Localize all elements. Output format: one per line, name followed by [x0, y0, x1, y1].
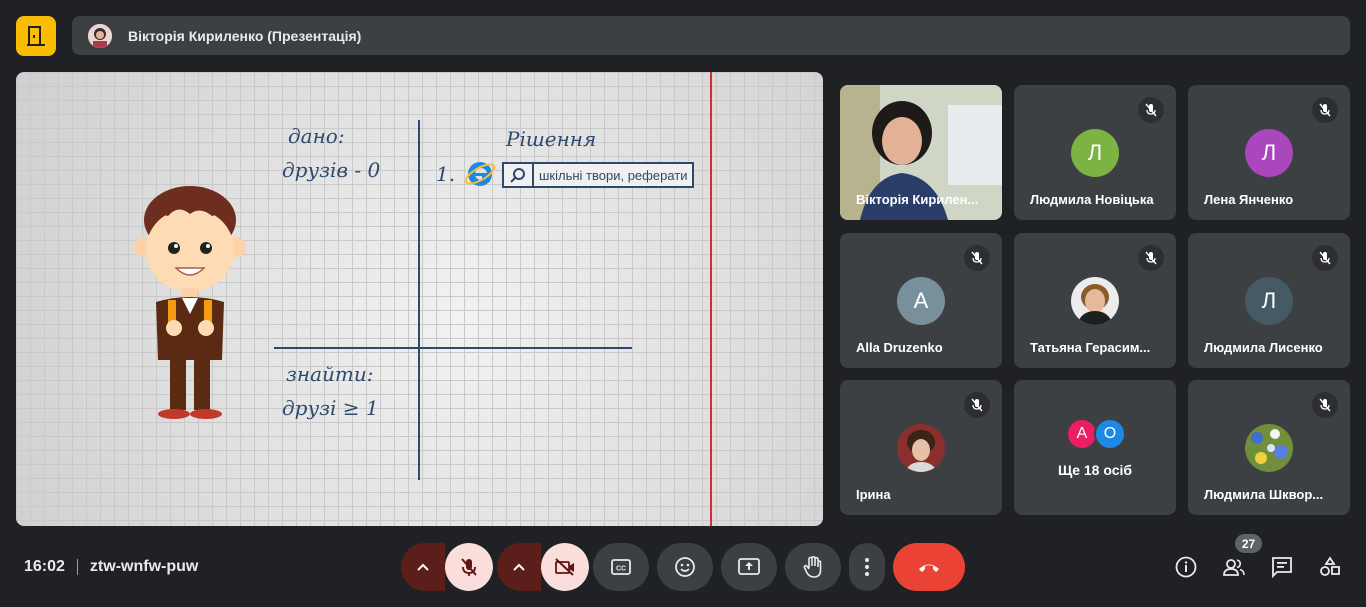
leave-call-button[interactable] [893, 543, 965, 591]
mic-control-group [401, 543, 493, 591]
participant-name: Лена Янченко [1204, 192, 1294, 207]
mic-off-icon [461, 558, 477, 576]
mic-toggle-button[interactable] [445, 543, 493, 591]
participant-tile-liudmyla-lysenko[interactable]: Л Людмила Лисенко [1188, 233, 1350, 368]
cartoon-boy [134, 186, 246, 419]
more-participants-label: Ще 18 осіб [1057, 462, 1133, 478]
camera-toggle-button[interactable] [541, 543, 589, 591]
meeting-details: 16:02 ztw-wnfw-puw [24, 558, 198, 576]
camera-options-button[interactable] [497, 543, 541, 591]
mic-off-icon [1312, 97, 1338, 123]
participant-name: Alla Druzenko [856, 340, 943, 355]
participant-count-badge: 27 [1235, 534, 1262, 553]
clock: 16:02 [24, 558, 65, 575]
mic-options-button[interactable] [401, 543, 445, 591]
presenter-avatar [88, 23, 112, 48]
camera-off-icon [555, 558, 574, 576]
avatar: A [897, 277, 945, 325]
activities-icon [1320, 556, 1340, 576]
participant-tile-liudmyla-shkvor[interactable]: Людмила Шквор... [1188, 380, 1350, 515]
chevron-up-icon [417, 563, 429, 571]
svg-text:CC: CC [616, 566, 626, 573]
internet-explorer-icon [464, 162, 496, 186]
info-icon [1175, 556, 1197, 578]
raise-hand-icon [803, 556, 822, 578]
activities-button[interactable] [1318, 555, 1342, 579]
people-button[interactable] [1222, 555, 1246, 579]
door-exit-icon [27, 26, 45, 46]
participant-name: Ірина [856, 487, 891, 502]
presenter-label: Вікторія Кириленко (Презентація) [128, 27, 362, 44]
avatar [1245, 424, 1293, 472]
meeting-info-logo[interactable] [16, 16, 56, 56]
avatar: Л [1071, 129, 1119, 177]
avatar-o: O [1094, 418, 1126, 450]
mic-off-icon [1138, 97, 1164, 123]
chevron-up-icon [513, 563, 525, 571]
mic-off-icon [964, 245, 990, 271]
participant-name: Людмила Шквор... [1204, 487, 1324, 502]
avatar: Л [1245, 129, 1293, 177]
participant-name: Вікторія Кирилен... [856, 192, 979, 207]
divider [76, 559, 78, 575]
more-options-button[interactable] [849, 543, 885, 591]
present-screen-button[interactable] [721, 543, 777, 591]
reactions-button[interactable] [657, 543, 713, 591]
presentation-title-bar: Вікторія Кириленко (Презентація) [72, 16, 1350, 55]
friends-zero-text: друзів - 0 [282, 158, 381, 182]
step-number: 1. [436, 162, 456, 186]
participant-tile-alla-druzenko[interactable]: A Alla Druzenko [840, 233, 1002, 368]
captions-button[interactable]: CC [593, 543, 649, 591]
more-participants-tile[interactable]: A O Ще 18 осіб [1014, 380, 1176, 515]
participant-tile-iryna[interactable]: Ірина [840, 380, 1002, 515]
meeting-details-button[interactable] [1174, 555, 1198, 579]
participant-tile-viktoria[interactable]: Вікторія Кирилен... [840, 85, 1002, 220]
closed-captions-icon: CC [611, 559, 631, 575]
emoji-icon [675, 557, 695, 577]
given-label: дано: [288, 124, 345, 148]
mic-off-icon [1312, 245, 1338, 271]
participant-name: Татьяна Герасим... [1030, 340, 1151, 355]
avatar [897, 424, 945, 472]
camera-control-group [497, 543, 589, 591]
find-label: знайти: [286, 362, 374, 386]
participant-name: Людмила Лисенко [1204, 340, 1323, 355]
raise-hand-button[interactable] [785, 543, 841, 591]
chat-button[interactable] [1270, 555, 1294, 579]
people-icon [1223, 559, 1245, 576]
meeting-code: ztw-wnfw-puw [89, 558, 199, 575]
avatar: Л [1245, 277, 1293, 325]
mic-off-icon [964, 392, 990, 418]
solution-label: Рішення [506, 127, 597, 151]
participant-tile-liudmyla-novitska[interactable]: Л Людмила Новіцька [1014, 85, 1176, 220]
mic-off-icon [1138, 245, 1164, 271]
slide-drawing [134, 72, 712, 526]
participant-name: Людмила Новіцька [1030, 192, 1154, 207]
participant-tile-lena-yanchenko[interactable]: Л Лена Янченко [1188, 85, 1350, 220]
search-text: шкільні твори, реферати [539, 167, 688, 183]
mic-off-icon [1312, 392, 1338, 418]
avatar [1071, 277, 1119, 325]
search-icon [504, 164, 534, 186]
more-vert-icon [865, 558, 869, 576]
friends-goal-text: друзі ≥ 1 [282, 396, 379, 420]
participant-tile-tatiana[interactable]: Татьяна Герасим... [1014, 233, 1176, 368]
present-screen-icon [738, 558, 760, 575]
presentation-screen: дано: друзів - 0 Рішення 1. шкільні твор… [16, 72, 823, 526]
chat-icon [1272, 557, 1292, 578]
search-box-drawing: шкільні твори, реферати [502, 162, 694, 188]
hang-up-icon [919, 564, 939, 572]
